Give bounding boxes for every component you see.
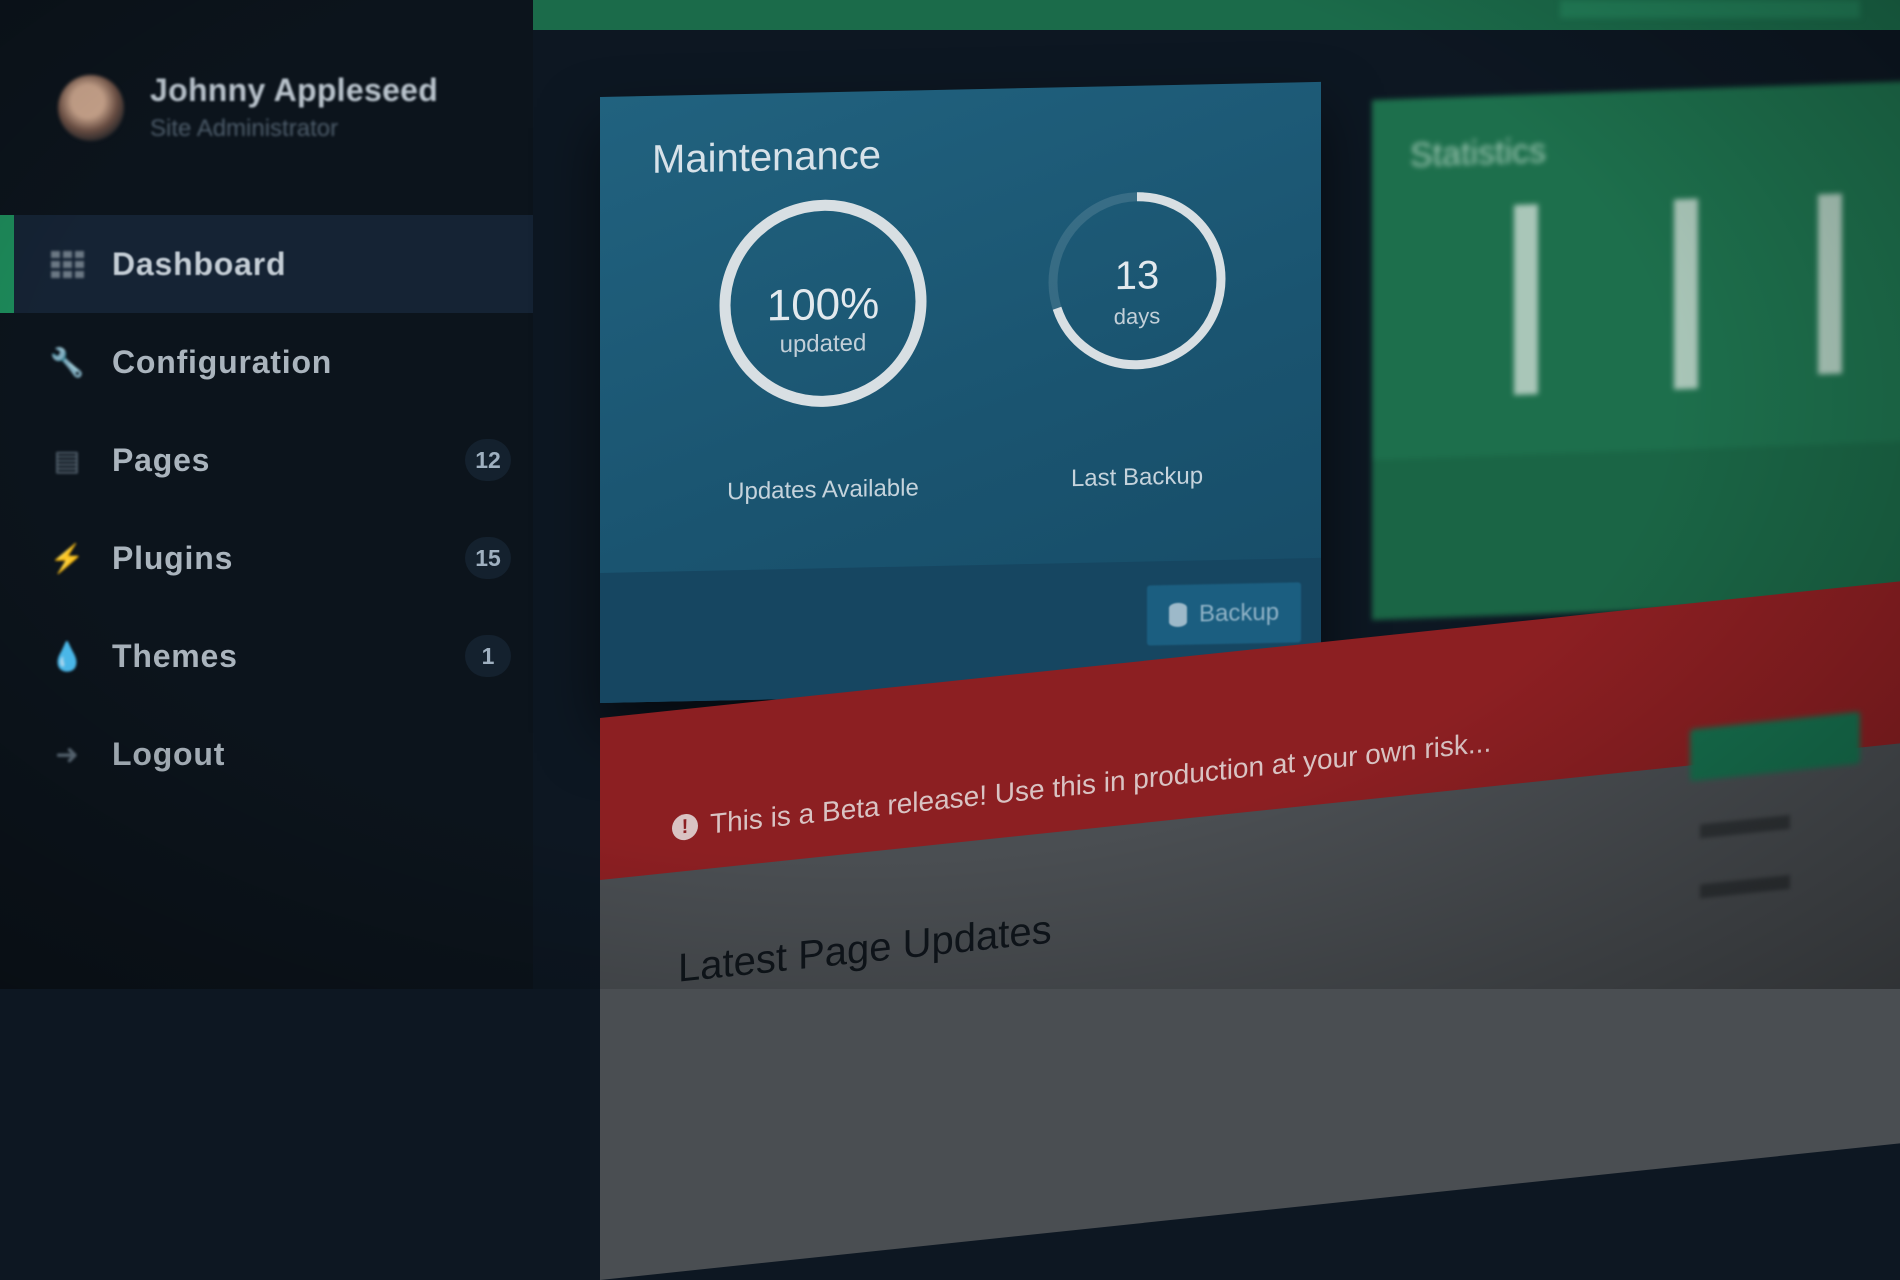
- stats-axis: [1402, 191, 1406, 383]
- updates-caption: Updates Available: [727, 474, 919, 506]
- sidebar-nav: Dashboard 🔧 Configuration ▤ Pages 12 ⚡ P…: [0, 215, 533, 803]
- statistics-card: Statistics: [1372, 80, 1900, 621]
- sidebar-item-dashboard[interactable]: Dashboard: [0, 215, 533, 313]
- backup-value: 13: [1114, 253, 1160, 299]
- updates-unit: updated: [779, 329, 867, 359]
- stats-bar: [1818, 193, 1842, 375]
- update-meta: [1700, 874, 1790, 899]
- updates-value: 100%: [766, 279, 880, 331]
- sidebar-item-label: Configuration: [112, 343, 333, 380]
- stats-bar: [1674, 198, 1698, 390]
- stat-item: [1782, 473, 1872, 552]
- stat-item: [1482, 483, 1572, 562]
- dashboard-grid-icon: [50, 249, 84, 279]
- sidebar-item-configuration[interactable]: 🔧 Configuration: [0, 313, 533, 411]
- topbar-button[interactable]: [1560, 0, 1860, 18]
- backup-caption: Last Backup: [1070, 462, 1204, 493]
- stat-item: [1638, 478, 1728, 557]
- updates-gauge: 100% updated Updates Available: [714, 192, 932, 505]
- file-icon: ▤: [53, 444, 81, 476]
- sidebar-item-plugins[interactable]: ⚡ Plugins 15: [0, 509, 533, 607]
- backup-button-label: Backup: [1198, 598, 1280, 628]
- sidebar-item-logout[interactable]: ➜ Logout: [0, 705, 533, 803]
- exclamation-icon: !: [672, 812, 698, 842]
- sidebar: Johnny Appleseed Site Administrator Dash…: [0, 0, 533, 989]
- update-meta: [1700, 814, 1790, 839]
- database-icon: [1168, 602, 1187, 628]
- sidebar-item-pages[interactable]: ▤ Pages 12: [0, 411, 533, 509]
- plug-icon: ⚡: [49, 542, 85, 574]
- sidebar-item-label: Pages: [112, 441, 211, 478]
- sidebar-item-label: Logout: [112, 735, 226, 772]
- panel-title: Latest Page Updates: [678, 907, 1052, 991]
- backup-unit: days: [1113, 303, 1161, 330]
- sign-out-icon: ➜: [55, 738, 79, 770]
- sidebar-item-label: Dashboard: [112, 245, 287, 282]
- user-role: Site Administrator: [150, 115, 339, 142]
- sidebar-item-label: Themes: [112, 637, 238, 674]
- backup-gauge: 13 days Last Backup: [1044, 186, 1230, 492]
- stats-bar: [1514, 204, 1538, 396]
- count-badge: 1: [465, 635, 511, 677]
- count-badge: 15: [465, 537, 511, 579]
- count-badge: 12: [465, 439, 511, 481]
- backup-button[interactable]: Backup: [1147, 582, 1301, 646]
- top-bar: [533, 0, 1900, 30]
- avatar[interactable]: [58, 74, 124, 141]
- user-profile[interactable]: Johnny Appleseed Site Administrator: [58, 72, 438, 143]
- sidebar-item-themes[interactable]: 💧 Themes 1: [0, 607, 533, 705]
- maintenance-card: Maintenance 100% updated Updates Availab…: [600, 81, 1321, 703]
- card-title: Statistics: [1410, 131, 1547, 175]
- card-title: Maintenance: [652, 133, 882, 182]
- wrench-icon: 🔧: [49, 346, 85, 378]
- droplet-icon: 💧: [49, 640, 85, 672]
- user-name: Johnny Appleseed: [150, 72, 439, 108]
- sidebar-item-label: Plugins: [112, 539, 234, 576]
